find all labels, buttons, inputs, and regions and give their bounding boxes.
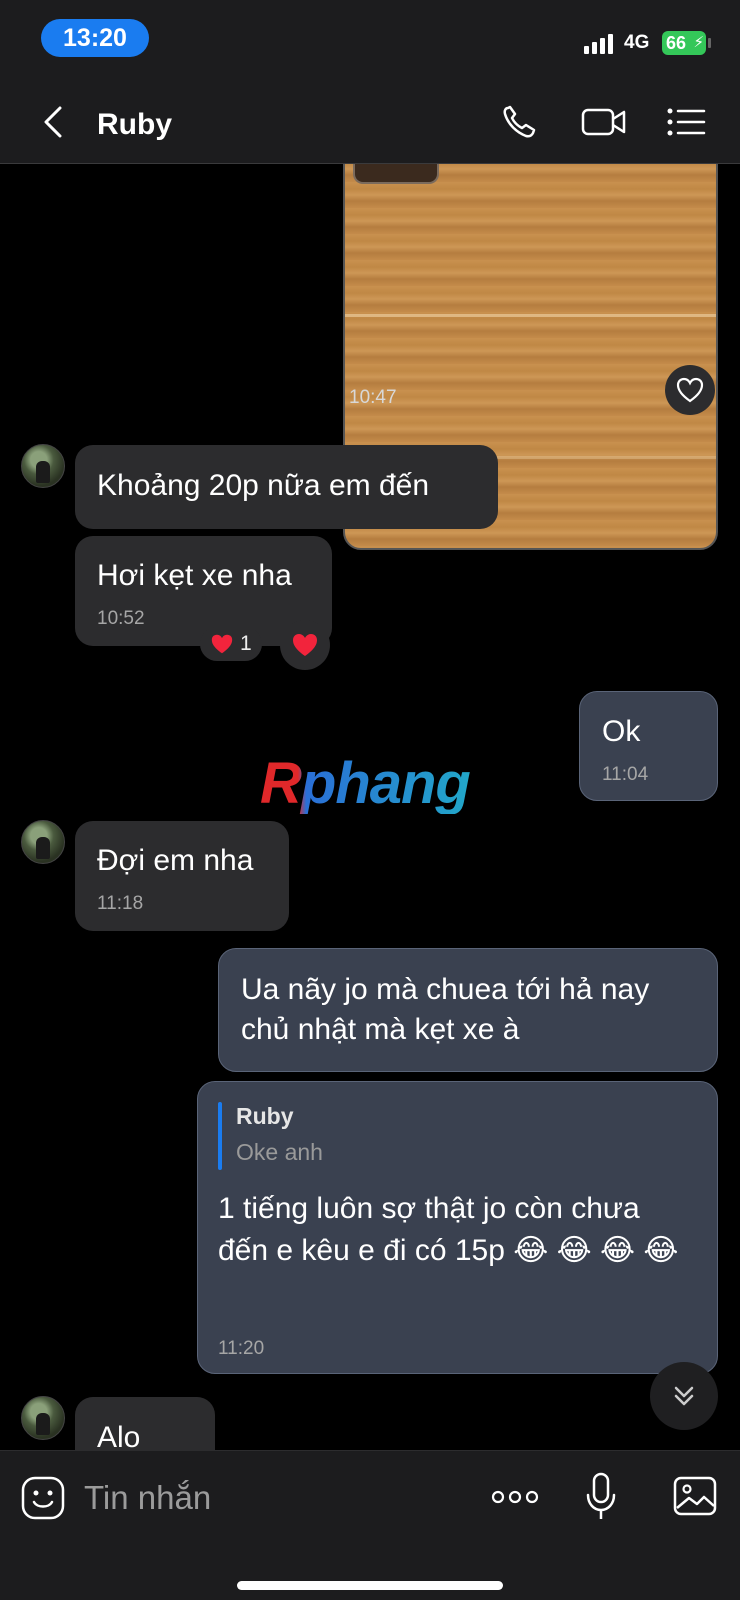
composer	[0, 1450, 740, 1600]
phone-icon	[503, 105, 536, 138]
quote-bar	[218, 1102, 222, 1170]
network-type: 4G	[624, 32, 650, 53]
heart-icon	[211, 634, 233, 654]
contact-avatar[interactable]	[21, 444, 65, 488]
menu-button[interactable]	[664, 102, 712, 142]
sticker-button[interactable]	[20, 1475, 66, 1521]
home-indicator[interactable]	[237, 1581, 503, 1590]
double-chevron-down-icon	[674, 1386, 694, 1406]
contact-name[interactable]: Ruby	[97, 108, 172, 142]
message-bubble[interactable]: Khoảng 20p nữa em đến	[75, 445, 498, 529]
message-text: 1 tiếng luôn sợ thật jo còn chưa đến e k…	[218, 1192, 679, 1267]
message-list[interactable]: 10:47 Khoảng 20p nữa em đến Hơi kẹt xe n…	[0, 164, 740, 1450]
back-button[interactable]	[36, 102, 72, 142]
voice-button[interactable]	[584, 1471, 618, 1523]
message-time: 10:52	[97, 608, 145, 629]
contact-avatar[interactable]	[21, 1396, 65, 1440]
photo-timestamp: 10:47	[349, 387, 397, 408]
message-bubble[interactable]: Alo	[75, 1397, 215, 1450]
charging-icon: ⚡	[693, 34, 704, 51]
scroll-to-bottom-button[interactable]	[650, 1362, 718, 1430]
reaction-count: 1	[240, 632, 252, 655]
quoted-text: Oke anh	[236, 1139, 323, 1165]
message-bubble[interactable]: Ua nãy jo mà chuea tới hả nay chủ nhật m…	[218, 948, 718, 1072]
heart-icon	[293, 634, 317, 656]
message-text: Hơi kẹt xe nha	[97, 559, 292, 592]
status-bar: 13:20 4G 66 ⚡	[0, 0, 740, 80]
chevron-left-icon	[44, 106, 62, 138]
battery-cap	[708, 38, 711, 48]
quoted-sender: Ruby	[236, 1103, 294, 1129]
react-button[interactable]	[280, 620, 330, 670]
message-text: Alo	[97, 1421, 141, 1450]
heart-outline-icon	[676, 377, 704, 403]
message-time: 11:04	[602, 764, 649, 785]
message-text: Đợi em nha	[97, 844, 254, 877]
signal-icon	[584, 34, 613, 54]
reply-message-bubble[interactable]: Ruby Oke anh 1 tiếng luôn sợ thật jo còn…	[197, 1081, 718, 1374]
message-input[interactable]	[84, 1473, 464, 1523]
contact-avatar[interactable]	[21, 820, 65, 864]
message-time: 11:20	[218, 1338, 265, 1359]
microphone-icon	[586, 1472, 616, 1519]
list-menu-icon	[667, 108, 706, 136]
message-text: Khoảng 20p nữa em đến	[97, 469, 430, 502]
call-button[interactable]	[498, 102, 546, 142]
battery-icon: 66 ⚡	[662, 31, 706, 55]
battery-level: 66	[666, 32, 687, 53]
message-text: Ok	[602, 715, 641, 748]
more-dots-icon	[491, 1490, 539, 1504]
message-bubble[interactable]: Đợi em nha 11:18	[75, 821, 289, 931]
status-time: 13:20	[41, 19, 149, 57]
image-icon	[673, 1476, 717, 1516]
reaction-summary[interactable]: 1	[200, 627, 262, 661]
watermark-logo: Rphang	[260, 751, 471, 816]
video-call-button[interactable]	[580, 102, 628, 142]
message-time: 11:18	[97, 893, 144, 914]
gallery-button[interactable]	[672, 1473, 718, 1519]
video-camera-icon	[581, 108, 626, 136]
glass-in-photo	[353, 164, 439, 184]
photo-detail	[345, 314, 716, 317]
chat-header: Ruby	[0, 80, 740, 164]
more-options-button[interactable]	[490, 1485, 540, 1509]
react-button[interactable]	[665, 365, 715, 415]
smiley-icon	[21, 1476, 65, 1520]
message-bubble[interactable]: Ok 11:04	[579, 691, 718, 801]
message-text: Ua nãy jo mà chuea tới hả nay chủ nhật m…	[241, 973, 650, 1046]
